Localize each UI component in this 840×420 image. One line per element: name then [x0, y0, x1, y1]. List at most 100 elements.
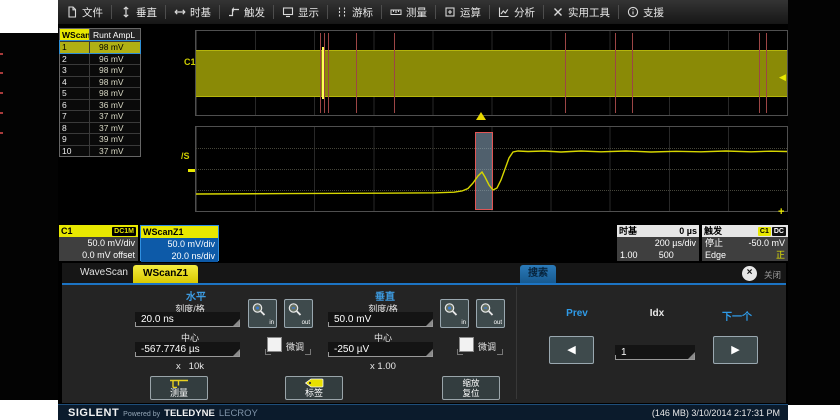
magnifier-out-icon: [479, 302, 495, 318]
menu-analysis[interactable]: 分析: [490, 0, 543, 24]
left-strip-mark: [0, 132, 3, 134]
cursors-icon: [336, 6, 348, 18]
menu-support-label: 支援: [643, 5, 664, 20]
menu-measure-label: 测量: [406, 5, 427, 20]
tab-wscanz1[interactable]: WScanZ1: [133, 265, 198, 283]
wscanz1-descriptor-box[interactable]: WScanZ1 50.0 mV/div 20.0 ns/div: [140, 225, 219, 261]
menu-file[interactable]: 文件: [58, 0, 111, 24]
selected-event-marker: [322, 47, 324, 99]
row-value: 96 mV: [89, 54, 140, 65]
v-scale-input[interactable]: 50.0 mV: [328, 312, 433, 327]
wscanz1-vscale: 50.0 mV/div: [141, 238, 218, 250]
menu-support[interactable]: 支援: [619, 0, 672, 24]
left-strip-mark: [0, 112, 3, 114]
idx-value: 1: [621, 347, 627, 358]
prev-button[interactable]: ◀: [549, 336, 594, 364]
menu-vertical[interactable]: 垂直: [112, 0, 165, 24]
math-icon: [444, 6, 456, 18]
menu-utilities[interactable]: 实用工具: [544, 0, 618, 24]
menu-trigger[interactable]: 触发: [220, 0, 273, 24]
lecroy-logo: LECROY: [219, 408, 258, 419]
table-row[interactable]: 939 mV: [60, 133, 140, 145]
c1-descriptor-box[interactable]: C1 DC1M 50.0 mV/div 0.0 mV offset: [59, 225, 138, 261]
row-value: 39 mV: [89, 134, 140, 145]
menu-file-label: 文件: [82, 5, 103, 20]
prev-label: Prev: [542, 308, 612, 319]
close-icon[interactable]: ×: [742, 266, 757, 281]
horizontal-arrows-icon: [174, 6, 186, 18]
source-waveform-grid[interactable]: [195, 30, 788, 116]
h-center-input[interactable]: -567.7746 µs: [135, 342, 240, 357]
row-index: 3: [60, 65, 89, 76]
tab-wavescan[interactable]: WaveScan: [70, 263, 138, 283]
table-row[interactable]: 737 mV: [60, 110, 140, 122]
table-row[interactable]: 837 mV: [60, 122, 140, 134]
bracket-mark: [265, 349, 271, 355]
v-center-input[interactable]: -250 µV: [328, 342, 433, 357]
menu-cursors[interactable]: 游标: [328, 0, 381, 24]
menu-trigger-label: 触发: [244, 5, 265, 20]
trigger-slope: 正: [776, 249, 785, 261]
bracket-mark: [457, 349, 463, 355]
table-row[interactable]: 636 mV: [60, 99, 140, 111]
h-scale-input[interactable]: 20.0 ns: [135, 312, 240, 327]
idx-input[interactable]: 1: [615, 345, 695, 360]
table-row[interactable]: 598 mV: [60, 87, 140, 99]
menu-timebase-label: 时基: [190, 5, 211, 20]
menu-timebase[interactable]: 时基: [166, 0, 219, 24]
wscanz1-hscale: 20.0 ns/div: [141, 250, 218, 262]
field-corner-mark: [688, 352, 695, 359]
menu-analysis-label: 分析: [514, 5, 535, 20]
caliper-icon: [169, 379, 189, 388]
menu-display-label: 显示: [298, 5, 319, 20]
measure-button[interactable]: 测量: [150, 376, 208, 400]
support-info-icon: [627, 6, 639, 18]
siglent-logo: SIGLENT: [68, 407, 119, 419]
menu-measure[interactable]: 测量: [382, 0, 435, 24]
menu-bar: 文件 垂直 时基 触发 显示 游标: [58, 0, 788, 25]
row-value: 37 mV: [89, 111, 140, 122]
measure-button-label: 测量: [170, 388, 188, 398]
zoom-reset-button[interactable]: 缩放 复位: [442, 376, 500, 400]
timebase-descriptor-box[interactable]: 时基 0 µs 200 µs/div 1.00 MS 500 MS/s: [617, 225, 699, 261]
c1-waveform-band: [196, 50, 787, 97]
next-button[interactable]: ▶: [713, 336, 758, 364]
trigger-descriptor-box[interactable]: 触发 C1 DC 停止 -50.0 mV Edge 正: [702, 225, 788, 261]
display-icon: [282, 6, 294, 18]
trigger-level-marker-icon: ◀: [779, 72, 786, 83]
field-corner-mark: [233, 319, 240, 326]
magnifier-in-icon: [443, 302, 459, 318]
tag-button[interactable]: 标签: [285, 376, 343, 400]
c1-coupling-badge: DC1M: [112, 227, 136, 236]
magnifier-out-icon: [287, 302, 303, 318]
vertical-arrows-icon: [120, 6, 132, 18]
analysis-chart-icon: [498, 6, 510, 18]
file-icon: [66, 6, 78, 18]
v-zoom-out-button[interactable]: out: [476, 299, 505, 328]
row-value: 98 mV: [89, 88, 140, 99]
row-value: 98 mV: [89, 65, 140, 76]
v-zoom-in-button[interactable]: in: [440, 299, 469, 328]
trigger-source-badge: C1: [758, 227, 771, 236]
vertical-section-title: 垂直: [345, 288, 425, 303]
menu-math[interactable]: 运算: [436, 0, 489, 24]
tab-search[interactable]: 搜索: [520, 265, 556, 283]
h-zoom-in-button[interactable]: in: [248, 299, 277, 328]
menu-display[interactable]: 显示: [274, 0, 327, 24]
left-strip-mark: [0, 92, 3, 94]
zoom-waveform-grid[interactable]: [195, 126, 788, 212]
table-row[interactable]: 1037 mV: [60, 145, 140, 157]
c1-offset: 0.0 mV offset: [59, 249, 138, 261]
table-header-measure: Runt AmpL: [89, 29, 140, 41]
table-row[interactable]: 398 mV: [60, 64, 140, 76]
h-fine-label: 微调: [286, 340, 304, 353]
table-row[interactable]: 498 mV: [60, 76, 140, 88]
row-index: 7: [60, 111, 89, 122]
table-row[interactable]: 296 mV: [60, 53, 140, 65]
page: 文件 垂直 时基 触发 显示 游标: [0, 0, 840, 420]
zoom-reset-line1: 缩放: [462, 378, 479, 388]
table-row[interactable]: 198 mV: [60, 41, 140, 53]
h-zoom-out-button[interactable]: out: [284, 299, 313, 328]
wavescan-dialog: WaveScan WScanZ1 搜索 × 关闭 水平 刻度/格 20.0 ns…: [62, 263, 786, 403]
zoom-position-triangle-icon: [476, 112, 486, 120]
